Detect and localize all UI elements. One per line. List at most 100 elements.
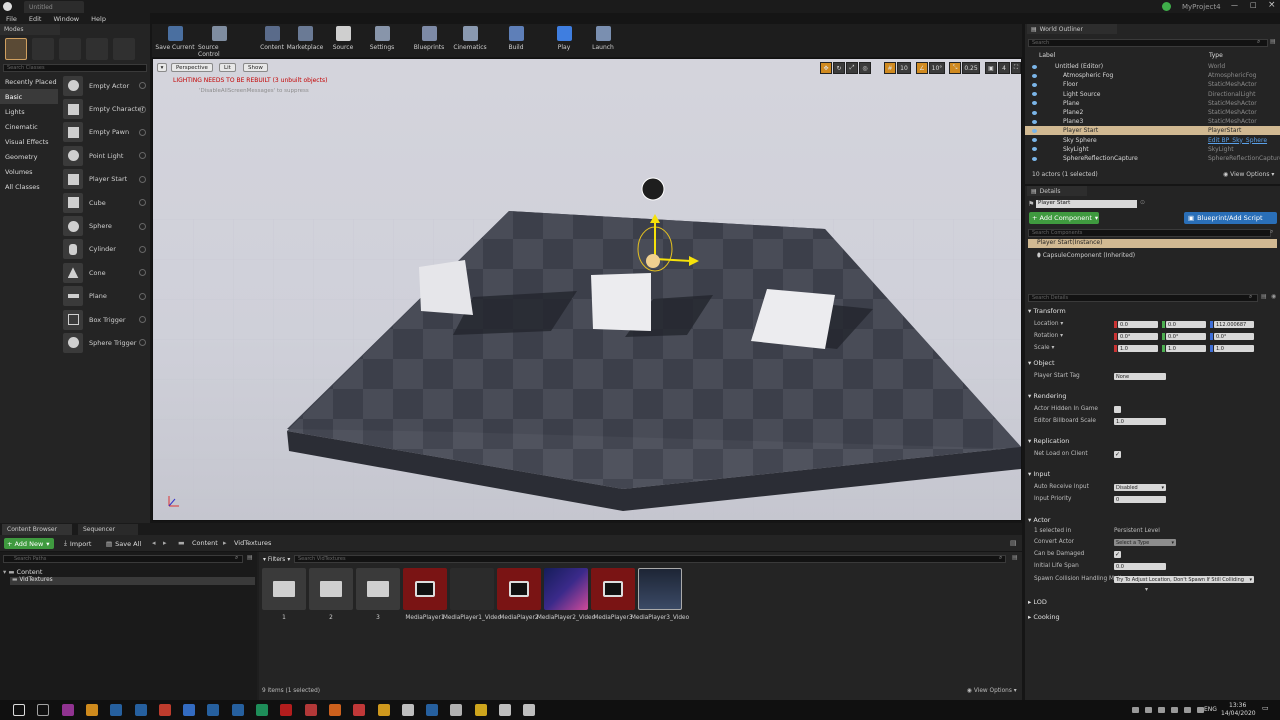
category-geometry[interactable]: Geometry xyxy=(0,149,58,164)
asset-tile[interactable]: MediaPlayer2 xyxy=(497,568,541,622)
tree-item-content[interactable]: ▾ ▬ Content xyxy=(3,568,42,576)
world-local-button[interactable]: ◎ xyxy=(859,62,871,74)
asset-tile[interactable]: 3 xyxy=(356,568,400,622)
breadcrumb-vidtextures[interactable]: VidTextures xyxy=(234,539,271,547)
toolbar-marketplace-button[interactable]: Marketplace xyxy=(284,26,326,51)
outliner-row[interactable]: SphereReflectionCapture SphereReflectionC… xyxy=(1025,154,1280,163)
column-type[interactable]: Type xyxy=(1209,52,1223,59)
toolbar-settings-button[interactable]: Settings xyxy=(361,26,403,51)
firefox-icon[interactable] xyxy=(328,704,341,716)
chrome-icon[interactable] xyxy=(158,704,171,716)
close-button[interactable]: × xyxy=(1268,0,1276,10)
clock-time[interactable]: 13:36 xyxy=(1229,702,1246,709)
minimize-button[interactable]: — xyxy=(1231,1,1238,9)
property-matrix-icon[interactable]: ▤ xyxy=(1261,293,1267,300)
source-control-status-icon[interactable] xyxy=(1162,2,1171,11)
visibility-eye-icon[interactable] xyxy=(1032,64,1037,69)
can-be-damaged-checkbox[interactable]: ✓ xyxy=(1114,551,1121,558)
wifi-icon[interactable] xyxy=(1132,707,1139,713)
add-new-button[interactable]: + Add New ▾ xyxy=(4,538,54,549)
loc-x-input[interactable]: 0.0 xyxy=(1118,321,1158,328)
prop-rotation[interactable]: Rotation ▾ xyxy=(1034,333,1063,339)
asset-view-options[interactable]: ◉ View Options ▾ xyxy=(967,688,1017,694)
language-indicator[interactable]: ENG xyxy=(1204,706,1217,713)
app-icon[interactable] xyxy=(450,704,463,716)
app-icon[interactable] xyxy=(426,704,439,716)
scale-tool-button[interactable]: ⤢ xyxy=(846,62,858,74)
search-details-input[interactable]: Search Details xyxy=(1028,294,1258,302)
toolbar-save-current-button[interactable]: Save Current xyxy=(154,26,196,51)
lit-button[interactable]: Lit xyxy=(219,63,236,72)
category-basic[interactable]: Basic xyxy=(0,89,58,104)
toolbar-cinematics-button[interactable]: Cinematics xyxy=(449,26,491,51)
place-mode-icon[interactable] xyxy=(5,38,27,60)
place-item-cone[interactable]: Cone xyxy=(60,261,148,284)
outliner-search-input[interactable]: Search xyxy=(1028,39,1268,47)
app-icon[interactable] xyxy=(304,704,317,716)
help-icon[interactable] xyxy=(139,105,146,113)
rot-y-input[interactable]: 0.0° xyxy=(1166,333,1206,340)
premiere-icon[interactable] xyxy=(61,704,74,716)
loc-z-input[interactable]: 112.000687 xyxy=(1214,321,1254,328)
task-view-icon[interactable] xyxy=(37,704,50,716)
outliner-row-type[interactable]: Edit BP_Sky_Sphere xyxy=(1208,137,1267,144)
outlook-icon[interactable] xyxy=(207,704,220,716)
place-item-empty-character[interactable]: Empty Character xyxy=(60,97,148,120)
grid-snap-value[interactable]: 10 xyxy=(897,62,911,74)
help-icon[interactable] xyxy=(139,82,146,90)
perspective-button[interactable]: Perspective xyxy=(171,63,213,72)
place-item-empty-actor[interactable]: Empty Actor xyxy=(60,74,148,97)
category-lights[interactable]: Lights xyxy=(0,104,58,119)
outliner-row[interactable]: Plane2 StaticMeshActor xyxy=(1025,108,1280,117)
network-icon[interactable] xyxy=(1171,707,1178,713)
menu-window[interactable]: Window xyxy=(53,15,79,23)
asset-tile[interactable]: 1 xyxy=(262,568,306,622)
spawn-collision-dropdown[interactable]: Try To Adjust Location, Don't Spawn If S… xyxy=(1114,576,1254,583)
visibility-eye-icon[interactable] xyxy=(1032,119,1037,124)
paint-mode-icon[interactable] xyxy=(32,38,54,60)
maximize-viewport-button[interactable]: ⛶ xyxy=(1011,62,1021,74)
scale-snap-value[interactable]: 0.25 xyxy=(962,62,980,74)
help-icon[interactable] xyxy=(139,292,146,300)
menu-file[interactable]: File xyxy=(6,15,17,23)
advanced-expand-icon[interactable]: ▾ xyxy=(1145,586,1148,593)
input-priority-input[interactable]: 0 xyxy=(1114,496,1166,503)
toolbar-build-button[interactable]: Build xyxy=(495,26,537,51)
forward-button[interactable]: ▸ xyxy=(163,539,167,547)
toolbar-launch-button[interactable]: Launch xyxy=(582,26,624,51)
photoshop-icon[interactable] xyxy=(110,704,123,716)
volume-icon[interactable] xyxy=(1158,707,1165,713)
search-components-input[interactable]: Search Components xyxy=(1028,229,1271,237)
details-view-icon[interactable]: ◉ xyxy=(1271,293,1276,300)
outliner-row[interactable]: Plane StaticMeshActor xyxy=(1025,99,1280,108)
outliner-row[interactable]: Sky Sphere Edit BP_Sky_Sphere xyxy=(1025,136,1280,145)
app-icon[interactable] xyxy=(499,704,511,716)
mail-icon[interactable] xyxy=(231,704,244,716)
help-icon[interactable] xyxy=(139,245,146,253)
section-object[interactable]: ▾ Object xyxy=(1028,359,1055,367)
asset-tile[interactable]: 2 xyxy=(309,568,353,622)
help-icon[interactable] xyxy=(139,222,146,230)
rotation-snap-icon[interactable]: ∠ xyxy=(916,62,928,74)
help-icon[interactable] xyxy=(139,339,146,347)
battery-icon[interactable] xyxy=(1145,707,1152,713)
import-button[interactable]: ⤓ Import xyxy=(64,538,91,549)
search-classes-input[interactable]: Search Classes xyxy=(3,64,147,72)
rotate-tool-button[interactable]: ↻ xyxy=(833,62,845,74)
document-tab[interactable]: Untitled xyxy=(24,1,84,13)
place-item-player-start[interactable]: Player Start xyxy=(60,168,148,191)
app-icon[interactable] xyxy=(377,704,390,716)
convert-actor-dropdown[interactable]: Select a Type ▾ xyxy=(1114,539,1176,546)
place-item-box-trigger[interactable]: Box Trigger xyxy=(60,308,148,331)
prop-scale[interactable]: Scale ▾ xyxy=(1034,345,1054,351)
camera-speed-icon[interactable]: ▣ xyxy=(985,62,997,74)
rotation-snap-value[interactable]: 10° xyxy=(929,62,945,74)
lock-icon[interactable]: ⊙ xyxy=(1140,199,1145,206)
collections-icon[interactable]: ▤ xyxy=(1012,554,1018,561)
prop-location[interactable]: Location ▾ xyxy=(1034,321,1063,327)
place-item-cube[interactable]: Cube xyxy=(60,191,148,214)
help-icon[interactable] xyxy=(139,269,146,277)
outliner-row[interactable]: SkyLight SkyLight xyxy=(1025,145,1280,154)
category-recently-placed[interactable]: Recently Placed xyxy=(0,74,58,89)
section-rendering[interactable]: ▾ Rendering xyxy=(1028,392,1067,400)
